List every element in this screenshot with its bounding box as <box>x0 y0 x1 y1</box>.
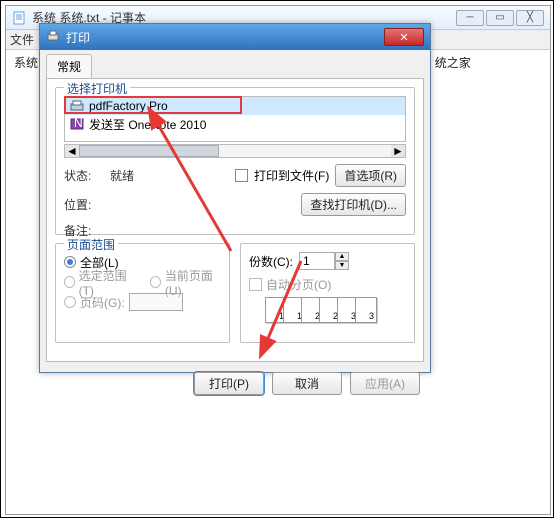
printer-icon <box>46 29 62 45</box>
printer-scrollbar[interactable]: ◄ ► <box>64 144 406 158</box>
page-range-legend: 页面范围 <box>64 236 118 253</box>
copies-spinner[interactable]: ▲ ▼ <box>299 252 349 270</box>
range-selection-radio <box>64 276 75 288</box>
svg-text:N: N <box>74 118 83 130</box>
copies-input[interactable] <box>299 252 335 270</box>
notepad-icon <box>12 10 28 26</box>
minimize-button[interactable]: ─ <box>456 10 484 26</box>
printer-list[interactable]: pdfFactory Pro N 发送至 OneNote 2010 <box>64 96 406 142</box>
range-current-page-radio <box>150 276 161 288</box>
dialog-tabs: 常规 <box>46 54 424 78</box>
location-label: 位置: <box>64 196 104 213</box>
page-icon: 3 <box>355 297 377 323</box>
range-pages-radio <box>64 296 76 308</box>
page-range-group: 页面范围 全部(L) 选定范围(T) 当前页面(U) 页码(G): <box>55 243 230 343</box>
close-button[interactable]: ╳ <box>516 10 544 26</box>
apply-button: 应用(A) <box>350 372 420 395</box>
printer-device-icon <box>69 99 85 113</box>
copies-label: 份数(C): <box>249 253 293 270</box>
printer-item-label: 发送至 OneNote 2010 <box>89 116 206 133</box>
printer-group: 选择打印机 pdfFactory Pro N 发送至 OneNote 2010 … <box>55 87 415 235</box>
spin-up-button[interactable]: ▲ <box>335 252 349 261</box>
collate-label: 自动分页(O) <box>266 276 331 293</box>
print-button[interactable]: 打印(P) <box>194 372 264 395</box>
onenote-icon: N <box>69 117 85 131</box>
printer-group-legend: 选择打印机 <box>64 80 130 97</box>
dialog-close-button[interactable]: ✕ <box>384 28 424 46</box>
collate-illustration: 1 1 2 2 3 3 <box>269 297 406 323</box>
print-to-file-checkbox[interactable] <box>235 169 248 182</box>
dialog-actions: 打印(P) 取消 应用(A) <box>40 368 430 403</box>
dialog-body: 选择打印机 pdfFactory Pro N 发送至 OneNote 2010 … <box>46 78 424 362</box>
status-value: 就绪 <box>110 167 229 184</box>
printer-item-label: pdfFactory Pro <box>89 99 168 113</box>
cancel-button[interactable]: 取消 <box>272 372 342 395</box>
tab-general[interactable]: 常规 <box>46 54 92 78</box>
range-all-radio[interactable] <box>64 256 76 268</box>
scroll-track[interactable] <box>79 145 391 157</box>
print-dialog: 打印 ✕ 常规 选择打印机 pdfFactory Pro N 发送至 OneNo… <box>39 23 431 373</box>
range-pages-label: 页码(G): <box>80 294 125 311</box>
status-label: 状态: <box>64 167 104 184</box>
scroll-thumb[interactable] <box>79 145 219 157</box>
dialog-title: 打印 <box>66 29 384 46</box>
find-printer-button[interactable]: 查找打印机(D)... <box>301 193 406 216</box>
printer-item-pdffactory[interactable]: pdfFactory Pro <box>65 97 405 115</box>
preferences-button[interactable]: 首选项(R) <box>335 164 406 187</box>
scroll-left-button[interactable]: ◄ <box>65 145 79 157</box>
menu-file[interactable]: 文件 <box>10 31 34 48</box>
copies-group: 份数(C): ▲ ▼ 自动分页(O) 1 1 2 <box>240 243 415 343</box>
body-text-right: 统之家 <box>435 56 471 70</box>
dialog-titlebar[interactable]: 打印 ✕ <box>40 24 430 50</box>
scroll-right-button[interactable]: ► <box>391 145 405 157</box>
printer-item-onenote[interactable]: N 发送至 OneNote 2010 <box>65 115 405 133</box>
body-text-left: 系统 <box>14 56 38 70</box>
range-pages-input <box>129 293 183 311</box>
collate-checkbox <box>249 278 262 291</box>
maximize-button[interactable]: ▭ <box>486 10 514 26</box>
print-to-file-label: 打印到文件(F) <box>254 167 329 184</box>
spin-down-button[interactable]: ▼ <box>335 261 349 270</box>
